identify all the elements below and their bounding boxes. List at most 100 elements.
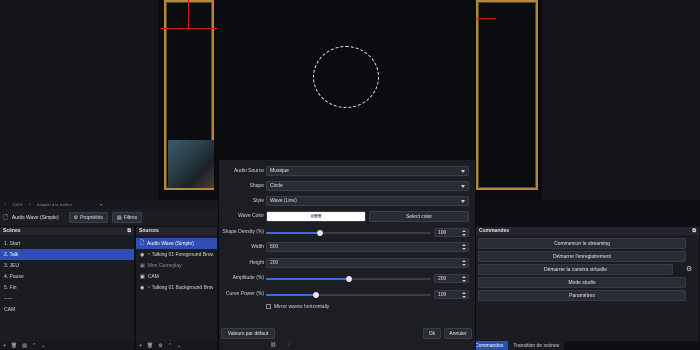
trash-icon[interactable]: 🗑 bbox=[147, 343, 153, 349]
down-arrow-icon[interactable]: ⌄ bbox=[41, 343, 45, 349]
source-label: CAM bbox=[147, 273, 159, 280]
cancel-button[interactable]: Annuler bbox=[444, 328, 472, 339]
spin-down-icon[interactable] bbox=[462, 234, 466, 236]
start-virtual-camera-button[interactable]: Démarrer la caméra virtuelle bbox=[478, 264, 673, 275]
scene-item[interactable]: 1. Start bbox=[0, 238, 134, 249]
curve-power-knob[interactable] bbox=[312, 292, 319, 298]
spin-up-icon[interactable] bbox=[462, 244, 466, 246]
properties-button[interactable]: ⚙ Propriétés bbox=[68, 212, 108, 223]
defaults-button[interactable]: Valeurs par défaut bbox=[221, 328, 275, 339]
down-arrow-icon[interactable]: ⌄ bbox=[177, 343, 181, 349]
shape-density-knob[interactable] bbox=[317, 230, 324, 236]
style-select[interactable]: Wave (Line) bbox=[266, 196, 469, 206]
selection-line bbox=[160, 28, 220, 29]
curve-power-slider[interactable] bbox=[266, 292, 431, 298]
zoom-fit-label[interactable]: Adapter à la fenêtre bbox=[37, 202, 72, 207]
shape-density-slider[interactable] bbox=[266, 230, 431, 236]
wave-color-label: Wave Color bbox=[238, 213, 264, 219]
source-item[interactable]: ▣ Mon Gameplay bbox=[136, 260, 217, 271]
spin-up-icon[interactable] bbox=[462, 260, 466, 262]
source-label: Audio Wave (Simple) bbox=[147, 240, 194, 247]
add-icon[interactable]: + bbox=[139, 343, 142, 349]
spin-arrows[interactable] bbox=[462, 244, 466, 250]
source-item[interactable]: 🗋 Audio Wave (Simple) bbox=[136, 238, 217, 249]
spin-arrows[interactable] bbox=[462, 260, 466, 266]
vertical-dots-icon[interactable]: ⋮ bbox=[286, 342, 291, 348]
curve-power-spinbox[interactable]: 100 bbox=[434, 290, 469, 299]
width-field[interactable]: 800 bbox=[266, 242, 469, 252]
amplitude-spinbox[interactable]: 200 bbox=[434, 274, 469, 283]
zoom-value: 100% bbox=[12, 202, 23, 207]
commands-title: Commandes bbox=[479, 228, 510, 234]
scene-item[interactable]: 4. Pause bbox=[0, 271, 134, 282]
shape-label: Shape bbox=[249, 183, 264, 189]
shape-density-spinbox[interactable]: 100 bbox=[434, 228, 469, 237]
audio-source-select[interactable]: Musique bbox=[266, 166, 469, 176]
height-field[interactable]: 200 bbox=[266, 258, 469, 268]
ok-button[interactable]: Ok bbox=[423, 328, 441, 339]
wave-color-swatch[interactable]: #ffffff bbox=[266, 211, 366, 222]
gear-icon[interactable]: ⚙ bbox=[158, 343, 162, 349]
properties-dialog: Audio Source Musique Shape Circle Style … bbox=[218, 0, 476, 350]
audio-source-value: Musique bbox=[270, 168, 289, 174]
amplitude-knob[interactable] bbox=[345, 276, 352, 282]
spin-down-icon[interactable] bbox=[462, 296, 466, 298]
zoom-minus-icon[interactable]: − bbox=[4, 202, 6, 207]
source-icon: 🗋 bbox=[3, 214, 8, 221]
globe-icon: ◉ bbox=[140, 251, 145, 258]
spin-up-icon[interactable] bbox=[462, 276, 466, 278]
scenes-title: Scènes bbox=[3, 228, 21, 234]
spin-down-icon[interactable] bbox=[462, 248, 466, 250]
source-item[interactable]: ▣ CAM bbox=[136, 271, 217, 282]
zoom-plus-icon[interactable]: + bbox=[29, 202, 31, 207]
mirror-checkbox[interactable] bbox=[266, 304, 271, 309]
spin-arrows[interactable] bbox=[462, 230, 466, 236]
dialog-preview bbox=[219, 0, 475, 160]
chevron-down-icon bbox=[461, 170, 465, 173]
spin-down-icon[interactable] bbox=[462, 280, 466, 282]
chevron-down-icon[interactable]: ▾ bbox=[100, 202, 102, 207]
source-item[interactable]: ◉~ Talking 01 Background Browser bbox=[136, 282, 217, 293]
virtual-camera-settings-gear-icon[interactable]: ⚙ bbox=[686, 265, 692, 273]
settings-button[interactable]: Paramètres bbox=[478, 290, 686, 301]
scene-label: CAM bbox=[4, 306, 16, 313]
up-arrow-icon[interactable]: ⌃ bbox=[168, 343, 172, 349]
spin-down-icon[interactable] bbox=[462, 264, 466, 266]
link-icon[interactable]: ⛓ bbox=[270, 342, 276, 348]
add-icon[interactable]: + bbox=[3, 343, 6, 349]
source-item[interactable]: ◉~ Talking 01 Foreground Browser bbox=[136, 249, 217, 260]
mirror-label[interactable]: Mirror waves horizontally bbox=[274, 304, 329, 310]
scene-label: 1. Start bbox=[4, 240, 21, 247]
start-streaming-button[interactable]: Commencer le streaming bbox=[478, 238, 686, 249]
scene-item[interactable]: ----- bbox=[0, 293, 134, 304]
source-label: ~ Talking 01 Foreground Browser bbox=[147, 251, 213, 258]
filter-icon[interactable]: ▤ bbox=[22, 343, 27, 349]
trash-icon[interactable]: 🗑 bbox=[11, 343, 17, 349]
scene-item[interactable]: 5. Fin bbox=[0, 282, 134, 293]
scene-label: 3. JEU bbox=[4, 262, 20, 269]
scenes-footer: + 🗑 ▤ ⌃ ⌄ bbox=[0, 342, 134, 350]
filters-button[interactable]: ▤ Filtres bbox=[111, 212, 143, 223]
amplitude-slider[interactable] bbox=[266, 276, 431, 282]
chevron-down-icon bbox=[461, 185, 465, 188]
up-arrow-icon[interactable]: ⌃ bbox=[32, 343, 36, 349]
start-recording-button[interactable]: Démarrer l'enregistrement bbox=[478, 251, 686, 262]
spin-arrows[interactable] bbox=[462, 276, 466, 282]
filter-icon: ▤ bbox=[116, 214, 122, 221]
undock-icon[interactable]: ⧉ bbox=[127, 228, 131, 234]
scenes-header: Scènes ⧉ bbox=[0, 227, 134, 235]
tab-scene-transitions[interactable]: Transition de scènes bbox=[508, 341, 565, 350]
shape-select[interactable]: Circle bbox=[266, 181, 469, 191]
undock-icon[interactable]: ⧉ bbox=[692, 228, 696, 234]
scene-item[interactable]: 2. Talk bbox=[0, 249, 134, 260]
style-label: Style bbox=[252, 198, 264, 204]
spin-arrows[interactable] bbox=[462, 292, 466, 298]
bottom-tabs: Commandes Transition de scènes bbox=[470, 341, 565, 350]
select-color-button[interactable]: Select color bbox=[369, 211, 469, 222]
scene-item[interactable]: CAM bbox=[0, 304, 134, 315]
spin-up-icon[interactable] bbox=[462, 292, 466, 294]
scene-item[interactable]: 3. JEU bbox=[0, 260, 134, 271]
spin-up-icon[interactable] bbox=[462, 230, 466, 232]
studio-mode-button[interactable]: Mode studio bbox=[478, 277, 686, 288]
eye-icon[interactable]: 🗋 bbox=[140, 240, 144, 248]
